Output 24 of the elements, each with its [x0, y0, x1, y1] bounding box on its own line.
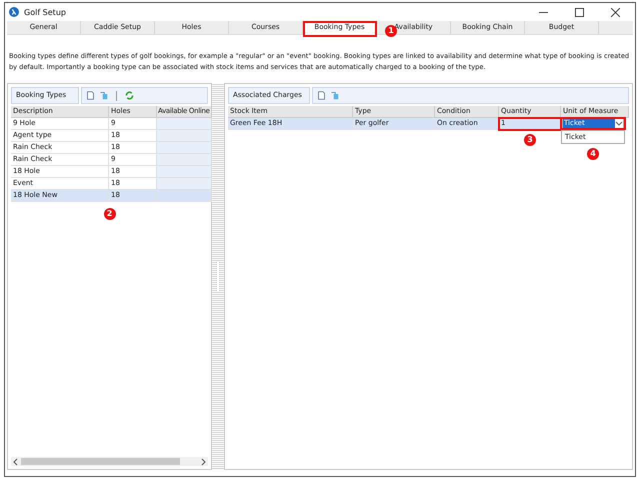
- callout-badge: 2: [104, 208, 116, 220]
- table-cell: [157, 142, 212, 154]
- scroll-right-icon[interactable]: [200, 458, 206, 466]
- table-cell: [157, 166, 212, 178]
- splitter-handle[interactable]: [212, 83, 224, 470]
- callout-badge: 4: [587, 148, 599, 160]
- table-cell: [157, 118, 212, 130]
- table-cell: [157, 190, 212, 202]
- maximize-icon[interactable]: [575, 8, 584, 16]
- refresh-icon[interactable]: [125, 91, 134, 100]
- callout-badge: 3: [524, 134, 536, 146]
- new-document-icon[interactable]: [86, 91, 95, 100]
- copy-icon[interactable]: [99, 91, 108, 100]
- app-logo-icon: [9, 7, 19, 17]
- close-icon[interactable]: [611, 8, 620, 16]
- table-cell: [157, 154, 212, 166]
- window-title: Golf Setup: [24, 8, 66, 16]
- scroll-left-icon[interactable]: [13, 458, 19, 466]
- table-cell: [157, 130, 212, 142]
- new-document-icon[interactable]: [317, 91, 326, 100]
- copy-icon[interactable]: [330, 91, 339, 100]
- caret-icon: [615, 119, 623, 128]
- horizontal-scrollbar[interactable]: [11, 457, 208, 466]
- table-cell: [157, 178, 212, 190]
